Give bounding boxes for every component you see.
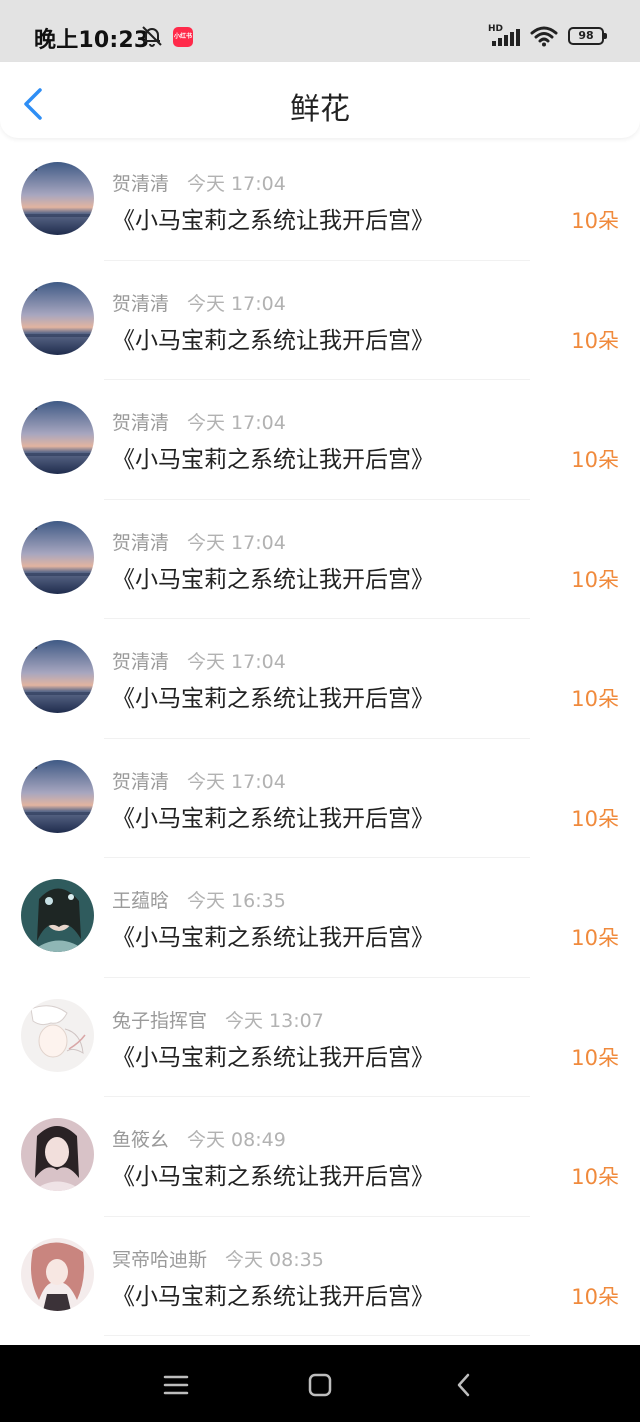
book-title: 《小马宝莉之系统让我开后宫》 <box>112 447 434 473</box>
muted-bell-icon <box>140 24 164 48</box>
gift-time: 今天 08:49 <box>187 1129 286 1151</box>
book-title: 《小马宝莉之系统让我开后宫》 <box>112 208 434 234</box>
menu-icon[interactable] <box>162 1371 190 1399</box>
gift-meta: 贺清清 今天 17:04 <box>112 647 286 674</box>
book-title: 《小马宝莉之系统让我开后宫》 <box>112 327 434 354</box>
gift-time: 今天 17:04 <box>187 770 286 793</box>
gift-meta: 贺清清 今天 17:04 <box>112 528 286 555</box>
sender-name: 贺清清 <box>112 531 170 554</box>
flower-amount: 10朵 <box>571 567 619 592</box>
app-notification-icon: 小红书 <box>173 27 193 47</box>
list-item[interactable]: 冥帝哈迪斯 今天 08:35 《小马宝莉之系统让我开后宫》 10朵 <box>0 1217 640 1337</box>
list-item[interactable]: 兔子指挥官 今天 13:07 《小马宝莉之系统让我开后宫》 10朵 <box>0 978 640 1098</box>
home-square-icon[interactable] <box>306 1371 334 1399</box>
avatar[interactable] <box>21 640 94 713</box>
system-nav-bar <box>0 1345 640 1422</box>
avatar[interactable] <box>21 401 94 474</box>
signal-icon: HD <box>488 24 520 48</box>
list-item[interactable]: 贺清清 今天 17:04 《小马宝莉之系统让我开后宫》 10朵 <box>0 619 640 739</box>
book-title: 《小马宝莉之系统让我开后宫》 <box>112 686 434 712</box>
sender-name: 鱼筱幺 <box>112 1129 170 1151</box>
list-item[interactable]: 贺清清 今天 17:04 《小马宝莉之系统让我开后宫》 10朵 <box>0 500 640 620</box>
avatar[interactable] <box>21 759 94 833</box>
gift-meta: 王蕴晗 今天 16:35 <box>112 886 286 913</box>
list-item[interactable]: 贺清清 今天 17:04 《小马宝莉之系统让我开后宫》 10朵 <box>0 739 640 859</box>
gift-time: 今天 17:04 <box>187 173 286 195</box>
flower-amount: 10朵 <box>571 209 619 233</box>
list-item[interactable]: 贺清清 今天 17:04 《小马宝莉之系统让我开后宫》 10朵 <box>0 380 640 500</box>
gift-time: 今天 17:04 <box>187 292 286 315</box>
flower-amount: 10朵 <box>571 806 619 831</box>
status-bar: 晚上10:23 小红书 HD 98 <box>0 0 640 62</box>
flower-amount: 10朵 <box>571 926 619 950</box>
gift-time: 今天 08:35 <box>225 1248 324 1271</box>
flower-amount: 10朵 <box>571 1045 619 1070</box>
avatar[interactable] <box>21 1118 94 1191</box>
gift-time: 今天 17:04 <box>187 412 286 434</box>
avatar[interactable] <box>21 281 94 355</box>
gift-meta: 贺清清 今天 17:04 <box>112 289 286 316</box>
book-title: 《小马宝莉之系统让我开后宫》 <box>112 805 434 832</box>
book-title: 《小马宝莉之系统让我开后宫》 <box>112 1164 434 1190</box>
sender-name: 王蕴晗 <box>112 890 170 912</box>
gift-time: 今天 17:04 <box>187 651 286 673</box>
book-title: 《小马宝莉之系统让我开后宫》 <box>112 1283 434 1310</box>
sender-name: 贺清清 <box>112 651 170 673</box>
status-indicators: HD 98 <box>488 24 607 48</box>
gift-meta: 兔子指挥官 今天 13:07 <box>112 1006 324 1033</box>
sender-name: 兔子指挥官 <box>112 1009 208 1032</box>
gift-meta: 冥帝哈迪斯 今天 08:35 <box>112 1245 324 1272</box>
gift-meta: 贺清清 今天 17:04 <box>112 767 286 794</box>
sender-name: 贺清清 <box>112 412 170 434</box>
sender-name: 贺清清 <box>112 770 170 793</box>
list-item[interactable]: 鱼筱幺 今天 08:49 《小马宝莉之系统让我开后宫》 10朵 <box>0 1097 640 1217</box>
flower-amount: 10朵 <box>571 448 619 472</box>
avatar[interactable] <box>21 879 94 952</box>
book-title: 《小马宝莉之系统让我开后宫》 <box>112 1044 434 1071</box>
book-title: 《小马宝莉之系统让我开后宫》 <box>112 925 434 951</box>
gift-time: 今天 17:04 <box>187 531 286 554</box>
wifi-icon <box>530 25 558 47</box>
list-item[interactable]: 贺清清 今天 17:04 《小马宝莉之系统让我开后宫》 10朵 <box>0 141 640 261</box>
book-title: 《小马宝莉之系统让我开后宫》 <box>112 566 434 593</box>
avatar[interactable] <box>21 520 94 594</box>
list-item[interactable]: 贺清清 今天 17:04 《小马宝莉之系统让我开后宫》 10朵 <box>0 261 640 381</box>
sender-name: 冥帝哈迪斯 <box>112 1248 208 1271</box>
battery-icon: 98 <box>568 27 607 45</box>
flower-gift-list: 贺清清 今天 17:04 《小马宝莉之系统让我开后宫》 10朵 贺清清 今天 17:04 《… <box>0 141 640 1336</box>
sender-name: 贺清清 <box>112 173 170 195</box>
status-time: 晚上10:23 <box>34 28 150 53</box>
gift-time: 今天 16:35 <box>187 890 286 912</box>
avatar[interactable] <box>21 1237 94 1311</box>
page-header: 鲜花 <box>0 62 640 138</box>
flower-amount: 10朵 <box>571 1165 619 1189</box>
flower-amount: 10朵 <box>571 328 619 353</box>
avatar[interactable] <box>21 998 94 1072</box>
sender-name: 贺清清 <box>112 292 170 315</box>
list-item[interactable]: 王蕴晗 今天 16:35 《小马宝莉之系统让我开后宫》 10朵 <box>0 858 640 978</box>
flower-amount: 10朵 <box>571 687 619 711</box>
avatar[interactable] <box>21 162 94 235</box>
gift-meta: 贺清清 今天 17:04 <box>112 169 286 196</box>
gift-meta: 贺清清 今天 17:04 <box>112 408 286 435</box>
flower-amount: 10朵 <box>571 1284 619 1309</box>
gift-time: 今天 13:07 <box>225 1009 324 1032</box>
back-chevron-icon[interactable] <box>450 1371 478 1399</box>
gift-meta: 鱼筱幺 今天 08:49 <box>112 1125 286 1152</box>
page-title: 鲜花 <box>290 92 350 127</box>
